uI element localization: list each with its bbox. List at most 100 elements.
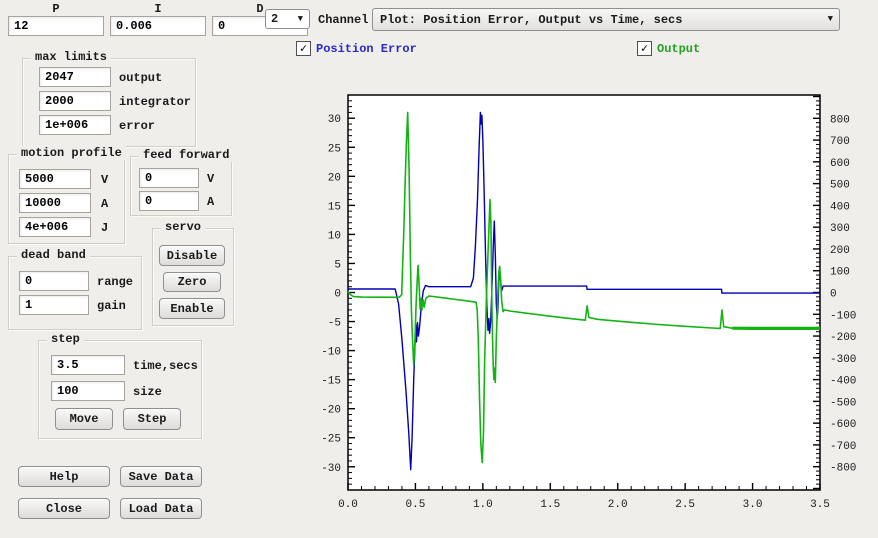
max-limits-group: max limits output integrator error — [22, 58, 196, 147]
svg-text:100: 100 — [830, 267, 850, 279]
velocity-input[interactable] — [19, 169, 91, 189]
accel-input[interactable] — [19, 193, 91, 213]
svg-text:2.5: 2.5 — [675, 499, 695, 511]
p-label: P — [8, 2, 104, 16]
svg-text:1.0: 1.0 — [473, 499, 493, 511]
svg-text:10: 10 — [328, 230, 341, 242]
max-limits-title: max limits — [31, 50, 111, 64]
max-integrator-input[interactable] — [39, 91, 111, 111]
plot-select[interactable]: Plot: Position Error, Output vs Time, se… — [372, 8, 840, 31]
chevron-down-icon: ▼ — [298, 15, 303, 24]
i-label: I — [110, 2, 206, 16]
svg-text:1.5: 1.5 — [540, 499, 560, 511]
svg-text:-30: -30 — [321, 463, 341, 475]
svg-text:-800: -800 — [830, 463, 856, 475]
svg-text:0: 0 — [334, 289, 341, 301]
svg-text:-15: -15 — [321, 376, 341, 388]
max-error-input[interactable] — [39, 115, 111, 135]
output-label: Output — [657, 42, 700, 56]
move-button[interactable]: Move — [55, 408, 113, 430]
motion-profile-title: motion profile — [17, 146, 126, 160]
plot-select-value: Plot: Position Error, Output vs Time, se… — [380, 13, 682, 27]
svg-text:0: 0 — [830, 289, 837, 301]
max-error-label: error — [119, 119, 155, 133]
jerk-input[interactable] — [19, 217, 91, 237]
check-icon: ✓ — [300, 43, 307, 55]
channel-value: 2 — [271, 12, 278, 26]
step-size-input[interactable] — [51, 381, 125, 401]
chevron-down-icon: ▼ — [828, 15, 833, 24]
svg-text:-100: -100 — [830, 310, 856, 322]
disable-button[interactable]: Disable — [159, 245, 225, 266]
position-error-label: Position Error — [316, 42, 417, 56]
load-data-button[interactable]: Load Data — [120, 498, 202, 519]
servo-title: servo — [161, 220, 205, 234]
plot-svg: -30 -25 -20 -15 -10 -5 0 5 10 15 20 25 30 -800 -700 -60… — [300, 70, 878, 538]
channel-label: Channel — [318, 13, 368, 27]
svg-text:400: 400 — [830, 201, 850, 213]
servo-group: servo Disable Zero Enable — [152, 228, 234, 326]
max-integrator-label: integrator — [119, 95, 191, 109]
svg-text:25: 25 — [328, 143, 341, 155]
save-data-button[interactable]: Save Data — [120, 466, 202, 487]
step-time-label: time,secs — [133, 359, 198, 373]
svg-text:5: 5 — [334, 259, 341, 271]
help-button[interactable]: Help — [18, 466, 110, 487]
svg-text:3.0: 3.0 — [743, 499, 763, 511]
motion-profile-group: motion profile V A J — [8, 154, 125, 244]
gain-label: gain — [97, 299, 126, 313]
zero-button[interactable]: Zero — [163, 272, 221, 292]
feed-forward-title: feed forward — [139, 148, 233, 162]
svg-text:-700: -700 — [830, 441, 856, 453]
accel-label: A — [101, 197, 108, 211]
max-output-label: output — [119, 71, 162, 85]
svg-text:300: 300 — [830, 223, 850, 235]
svg-text:-20: -20 — [321, 405, 341, 417]
ff-velocity-input[interactable] — [139, 168, 199, 188]
step-time-input[interactable] — [51, 355, 125, 375]
servo-tuning-window: P I D 2 ▼ Channel Plot: Position Error, … — [0, 0, 878, 538]
svg-text:500: 500 — [830, 180, 850, 192]
step-size-label: size — [133, 385, 162, 399]
output-checkbox[interactable]: ✓ — [637, 41, 652, 56]
svg-text:-25: -25 — [321, 434, 341, 446]
svg-text:-5: -5 — [328, 318, 341, 330]
i-input[interactable] — [110, 16, 206, 36]
step-title: step — [47, 332, 84, 346]
svg-text:700: 700 — [830, 136, 850, 148]
close-button[interactable]: Close — [18, 498, 110, 519]
step-button[interactable]: Step — [123, 408, 181, 430]
svg-text:-200: -200 — [830, 332, 856, 344]
feed-forward-group: feed forward V A — [130, 156, 232, 216]
svg-text:-400: -400 — [830, 376, 856, 388]
position-error-checkbox[interactable]: ✓ — [296, 41, 311, 56]
svg-text:3.5: 3.5 — [810, 499, 830, 511]
svg-text:-500: -500 — [830, 397, 856, 409]
svg-text:600: 600 — [830, 158, 850, 170]
enable-button[interactable]: Enable — [159, 298, 225, 319]
svg-text:-300: -300 — [830, 354, 856, 366]
velocity-label: V — [101, 173, 108, 187]
dead-band-group: dead band range gain — [8, 256, 142, 330]
check-icon: ✓ — [641, 43, 648, 55]
ff-accel-label: A — [207, 195, 214, 209]
gain-input[interactable] — [19, 295, 89, 315]
step-group: step time,secs size Move Step — [38, 340, 202, 439]
svg-text:-600: -600 — [830, 419, 856, 431]
max-output-input[interactable] — [39, 67, 111, 87]
svg-text:0.0: 0.0 — [338, 499, 358, 511]
svg-text:30: 30 — [328, 114, 341, 126]
svg-text:2.0: 2.0 — [608, 499, 628, 511]
ff-accel-input[interactable] — [139, 191, 199, 211]
svg-text:15: 15 — [328, 201, 341, 213]
svg-text:0.5: 0.5 — [406, 499, 426, 511]
svg-text:20: 20 — [328, 172, 341, 184]
p-input[interactable] — [8, 16, 104, 36]
dead-band-title: dead band — [17, 248, 90, 262]
svg-text:-10: -10 — [321, 347, 341, 359]
range-label: range — [97, 275, 133, 289]
ff-velocity-label: V — [207, 172, 214, 186]
range-input[interactable] — [19, 271, 89, 291]
svg-text:800: 800 — [830, 114, 850, 126]
channel-select[interactable]: 2 ▼ — [265, 9, 310, 29]
